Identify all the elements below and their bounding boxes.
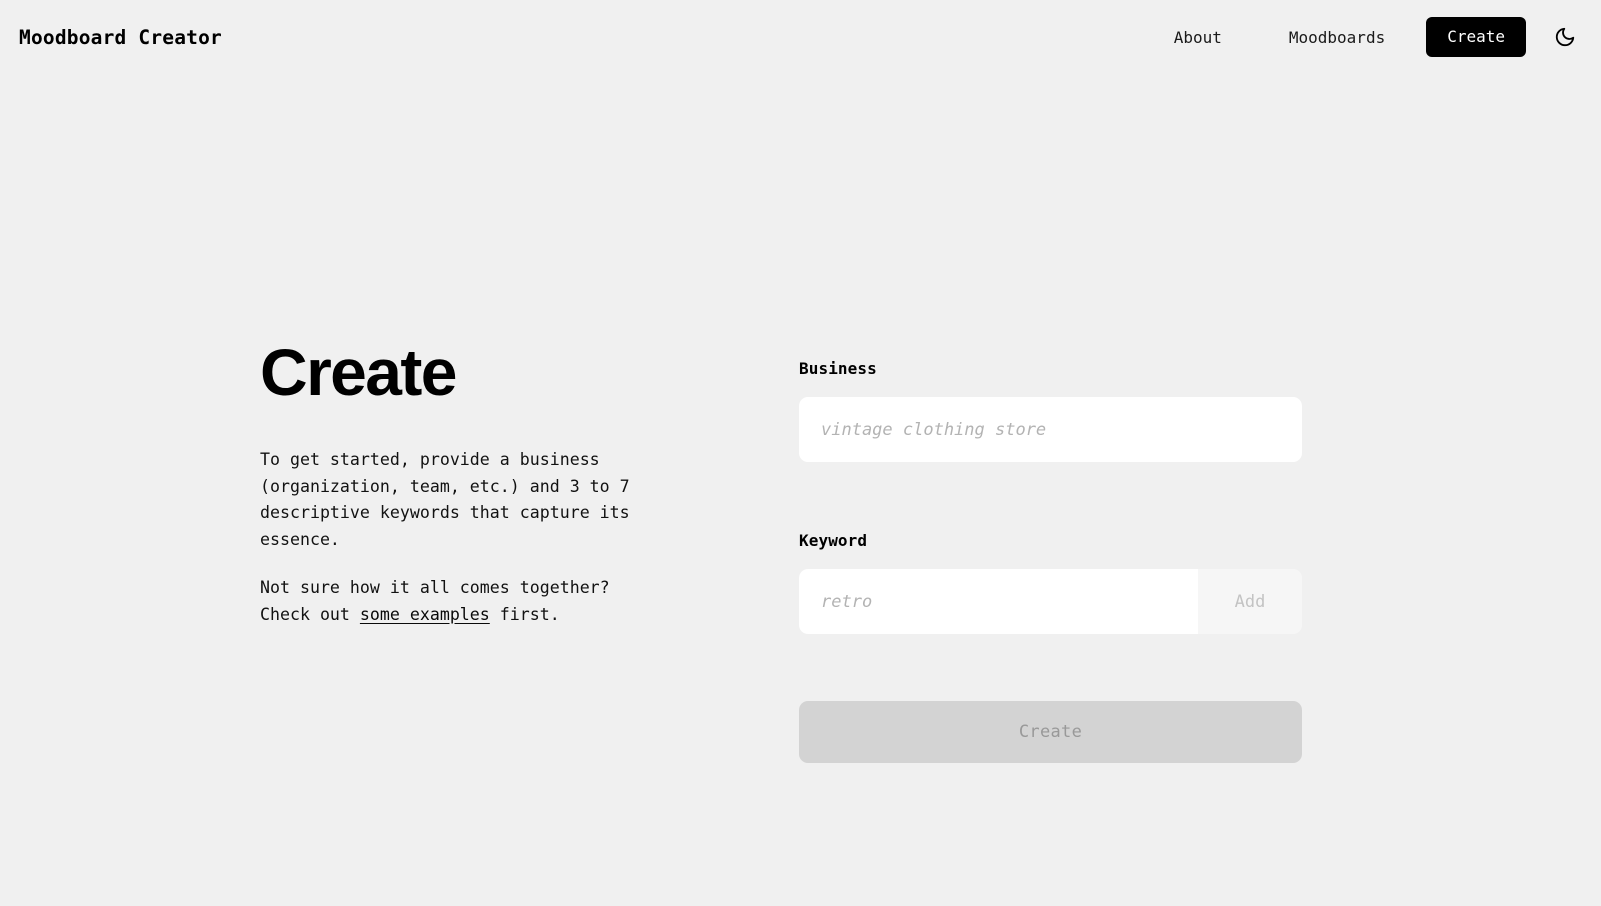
add-keyword-button[interactable]: Add [1198, 569, 1302, 634]
create-form: Business Keyword Add Create [799, 74, 1302, 763]
intro-paragraph-2-after: first. [489, 604, 560, 624]
nav-create-button[interactable]: Create [1426, 17, 1526, 57]
intro-column: Create To get started, provide a busines… [0, 74, 799, 628]
intro-paragraph-2: Not sure how it all comes together? Chec… [260, 575, 636, 628]
nav-link-about[interactable]: About [1164, 20, 1232, 55]
keyword-label: Keyword [799, 531, 868, 550]
business-label: Business [799, 359, 877, 378]
brand-logo[interactable]: Moodboard Creator [19, 26, 222, 49]
intro-paragraph-1: To get started, provide a business (orga… [260, 450, 630, 549]
nav-link-moodboards[interactable]: Moodboards [1279, 20, 1395, 55]
business-field-group: Business [799, 359, 1302, 462]
main-content: Create To get started, provide a busines… [0, 74, 1601, 906]
theme-toggle-button[interactable] [1548, 20, 1582, 54]
create-submit-button[interactable]: Create [799, 701, 1302, 763]
keyword-field-group: Keyword Add [799, 531, 1302, 634]
keyword-input[interactable] [799, 569, 1198, 634]
primary-navigation: About Moodboards Create [1164, 17, 1582, 57]
examples-link[interactable]: some examples [360, 605, 490, 624]
keyword-input-row: Add [799, 569, 1302, 634]
moon-icon [1554, 26, 1576, 48]
site-header: Moodboard Creator About Moodboards Creat… [0, 0, 1601, 74]
business-input[interactable] [799, 397, 1302, 462]
page-title: Create [260, 335, 457, 409]
